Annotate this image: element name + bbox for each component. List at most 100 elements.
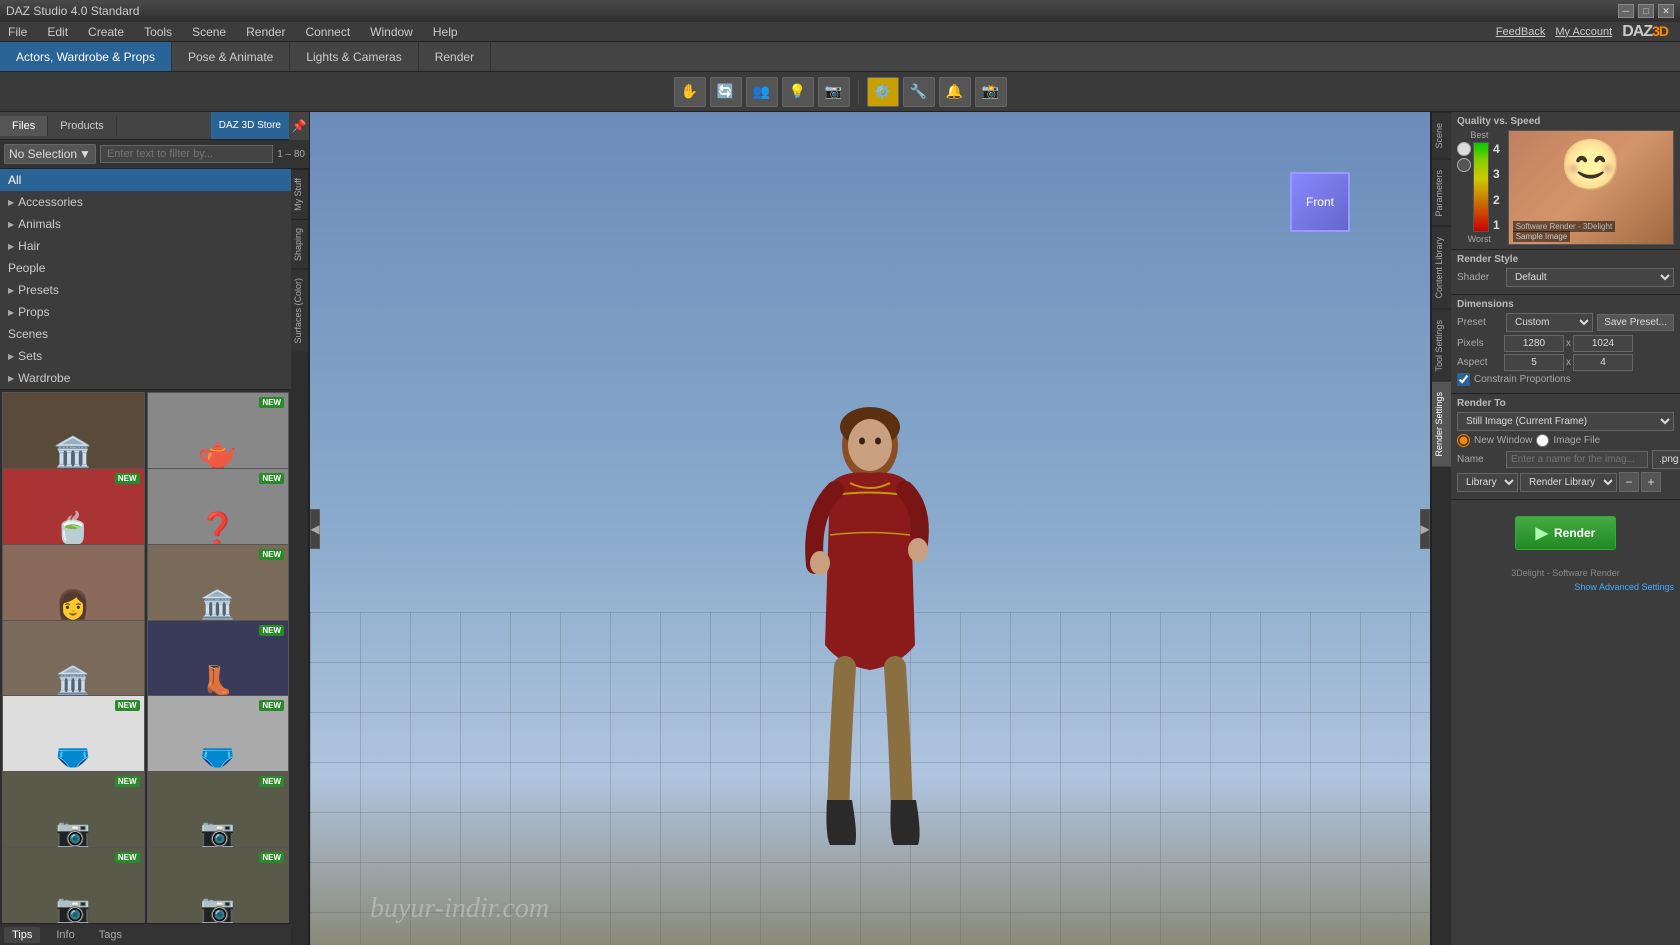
show-advanced-settings[interactable]: Show Advanced Settings	[1451, 580, 1680, 594]
close-button[interactable]: ✕	[1658, 4, 1674, 18]
menu-file[interactable]: File	[4, 25, 31, 39]
left-collapse-arrow[interactable]: ◀	[310, 509, 320, 549]
quality-icon-best[interactable]	[1457, 142, 1471, 156]
save-preset-button[interactable]: Save Preset...	[1597, 314, 1674, 331]
category-wardrobe[interactable]: ▶ Wardrobe	[0, 367, 291, 389]
panel-tab-products[interactable]: Products	[48, 116, 116, 136]
list-item[interactable]: 📷 NEW Camera4	[147, 847, 290, 923]
window-controls[interactable]: ─ □ ✕	[1618, 4, 1674, 18]
image-file-radio[interactable]	[1536, 434, 1549, 447]
preset-select[interactable]: Custom	[1506, 313, 1593, 332]
side-tab-my-stuff[interactable]: My Stuff	[291, 169, 308, 219]
tab-tips[interactable]: Tips	[4, 927, 40, 943]
x-separator: x	[1566, 338, 1571, 349]
render-footer: 3Delight - Software Render	[1451, 566, 1680, 580]
tool-translate[interactable]: ✋	[674, 77, 706, 107]
menu-help[interactable]: Help	[429, 25, 462, 39]
category-hair[interactable]: ▶ Hair	[0, 235, 291, 257]
tab-lights-cameras[interactable]: Lights & Cameras	[290, 42, 418, 71]
right-collapse-arrow[interactable]: ▶	[1420, 509, 1430, 549]
tool-camera[interactable]: 📷	[818, 77, 850, 107]
constrain-checkbox[interactable]	[1457, 373, 1470, 386]
tool-active-4[interactable]: 📸	[975, 77, 1007, 107]
category-accessories[interactable]: ▶ Accessories	[0, 191, 291, 213]
dropdown-arrow-icon: ▼	[79, 147, 91, 161]
category-list: All ▶ Accessories ▶ Animals ▶ Hair	[0, 169, 291, 390]
minimize-button[interactable]: ─	[1618, 4, 1634, 18]
library-minus-button[interactable]: −	[1619, 472, 1639, 492]
tab-tags[interactable]: Tags	[91, 927, 130, 943]
feedback-link[interactable]: FeedBack	[1496, 26, 1546, 38]
tab-actors-wardrobe-props[interactable]: Actors, Wardrobe & Props	[0, 42, 172, 71]
tab-info[interactable]: Info	[48, 927, 82, 943]
category-animals[interactable]: ▶ Animals	[0, 213, 291, 235]
pixel-height-input[interactable]	[1573, 335, 1633, 352]
tab-pose-animate[interactable]: Pose & Animate	[172, 42, 290, 71]
preview-render-label: Software Render - 3Delight	[1513, 221, 1616, 232]
menu-window[interactable]: Window	[366, 25, 417, 39]
rtab-parameters[interactable]: Parameters	[1432, 159, 1451, 227]
viewport[interactable]: Front buyur-indir.com ◀ ▶	[310, 112, 1430, 945]
render-button-container: ▶ Render	[1451, 500, 1680, 566]
tool-active-1[interactable]: ⚙️	[867, 77, 899, 107]
panel-pin-button[interactable]: 📌	[289, 112, 309, 140]
tool-rotate[interactable]: 🔄	[710, 77, 742, 107]
category-props-label: Props	[18, 305, 49, 319]
rtab-tool-settings[interactable]: Tool Settings	[1432, 309, 1451, 382]
side-tab-surfaces[interactable]: Surfaces (Color)	[291, 269, 308, 352]
preview-face: 😊	[1560, 136, 1622, 195]
rtab-scene[interactable]: Scene	[1432, 112, 1451, 159]
tool-scale[interactable]: 👥	[746, 77, 778, 107]
my-account-link[interactable]: My Account	[1555, 26, 1612, 38]
rtab-content-library[interactable]: Content Library	[1432, 226, 1451, 309]
panel-tab-files[interactable]: Files	[0, 116, 48, 136]
menu-scene[interactable]: Scene	[188, 25, 230, 39]
right-vtabs-container: Scene Parameters Content Library Tool Se…	[1431, 112, 1680, 945]
watermark: buyur-indir.com	[370, 893, 549, 925]
category-people[interactable]: People	[0, 257, 291, 279]
category-scenes[interactable]: Scenes	[0, 323, 291, 345]
shader-select[interactable]: Default	[1506, 268, 1674, 287]
category-all[interactable]: All	[0, 169, 291, 191]
side-tab-shaping[interactable]: Shaping	[291, 219, 308, 269]
pixel-width-input[interactable]	[1504, 335, 1564, 352]
menu-create[interactable]: Create	[84, 25, 128, 39]
render-label: Render	[1554, 526, 1595, 540]
tool-active-2[interactable]: 🔧	[903, 77, 935, 107]
list-item[interactable]: 📷 NEW Camera3	[2, 847, 145, 923]
menu-connect[interactable]: Connect	[301, 25, 354, 39]
rtab-render-settings[interactable]: Render Settings	[1432, 381, 1451, 467]
preset-key: Preset	[1457, 317, 1502, 328]
bottom-tabs: Tips Info Tags	[0, 923, 291, 945]
ext-select[interactable]: .png	[1652, 450, 1680, 469]
daz-store-button[interactable]: DAZ 3D Store	[211, 112, 289, 139]
render-name-input[interactable]	[1506, 451, 1648, 468]
quality-icon-3[interactable]	[1457, 158, 1471, 172]
category-animals-label: Animals	[18, 217, 61, 231]
tool-select[interactable]: 💡	[782, 77, 814, 107]
library-plus-button[interactable]: +	[1641, 472, 1661, 492]
navigation-cube[interactable]: Front	[1290, 172, 1350, 232]
library-select[interactable]: Library	[1457, 473, 1518, 492]
quality-num-3: 3	[1493, 167, 1500, 181]
selection-dropdown[interactable]: No Selection ▼	[4, 144, 96, 164]
category-presets[interactable]: ▶ Presets	[0, 279, 291, 301]
tool-active-3[interactable]: 🔔	[939, 77, 971, 107]
menu-tools[interactable]: Tools	[140, 25, 176, 39]
render-library-select[interactable]: Render Library	[1520, 473, 1617, 492]
search-input[interactable]	[100, 145, 273, 163]
new-window-radio[interactable]	[1457, 434, 1470, 447]
dimensions-label: Dimensions	[1457, 299, 1674, 310]
name-key: Name	[1457, 454, 1502, 465]
constrain-label: Constrain Proportions	[1474, 374, 1571, 385]
category-props[interactable]: ▶ Props	[0, 301, 291, 323]
tab-render[interactable]: Render	[419, 42, 491, 71]
menu-edit[interactable]: Edit	[43, 25, 72, 39]
category-sets[interactable]: ▶ Sets	[0, 345, 291, 367]
aspect-width-input[interactable]	[1504, 354, 1564, 371]
menu-render[interactable]: Render	[242, 25, 289, 39]
render-button[interactable]: ▶ Render	[1515, 516, 1617, 550]
maximize-button[interactable]: □	[1638, 4, 1654, 18]
aspect-height-input[interactable]	[1573, 354, 1633, 371]
render-to-select[interactable]: Still Image (Current Frame)	[1457, 412, 1674, 431]
